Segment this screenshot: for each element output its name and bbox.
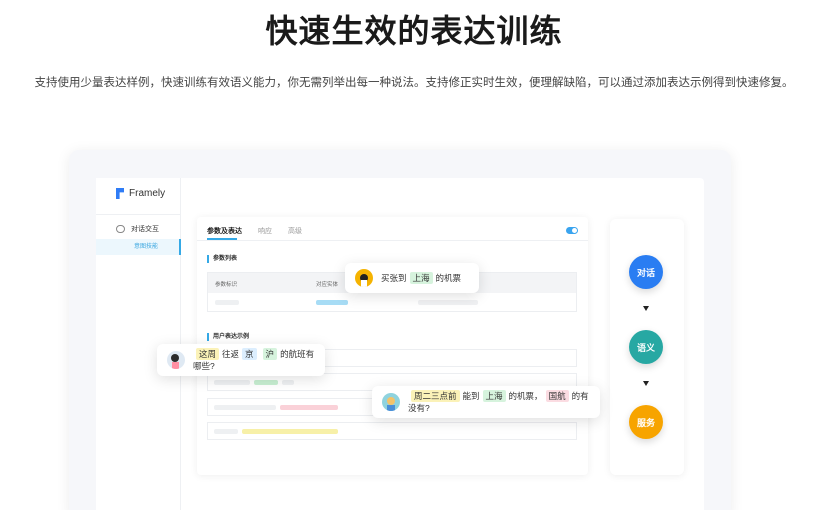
sidebar-item-intent[interactable]: 意图技能 [96,239,181,255]
sidebar-active-indicator [179,239,181,255]
row-placeholder [280,405,338,410]
bubble-text-segment: 往返 [222,349,240,359]
brand-name: Framely [129,188,166,199]
row-placeholder [214,405,276,410]
entity-tag: 周二三点前 [411,390,460,402]
bubble-text: 买张到 上海 的机票 [381,272,461,284]
step-dialog: 对话 [629,255,663,289]
page-title: 快速生效的表达训练 [265,13,563,49]
bubble-text-segment: 买张到 [381,273,407,283]
examples-section-title: 用户表达示例 [207,333,249,341]
table-cell-placeholder [418,300,478,305]
arrow-down-icon [643,306,649,311]
tab-advanced[interactable]: 高级 [288,226,302,236]
chat-bubble-icon [116,225,125,233]
params-section-title: 参数列表 [207,255,237,263]
entity-tag: 这周 [196,348,220,360]
entity-tag: 上海 [409,272,433,284]
table-cell-placeholder [215,300,239,305]
bubble-text-segment: 能到 [462,391,480,401]
entity-tag: 沪 [262,348,278,360]
row-placeholder [214,429,238,434]
table-cell-placeholder [316,300,348,305]
bubble-text: 周二三点前 能到 上海 的机票， 国航 的有没有? [408,390,590,414]
step-service: 服务 [629,405,663,439]
bubble-text: 这周 往返京沪的航班有哪些? [193,348,315,372]
entity-tag: 京 [242,348,257,360]
sidebar-group-label: 对话交互 [131,226,159,233]
example-bubble-top: 买张到 上海 的机票 [345,263,479,293]
step-semantics: 语义 [629,330,663,364]
row-placeholder [282,380,294,385]
page-description: 支持使用少量表达样例，快速训练有效语义能力，你无需列举出每一种说法。支持修正实时… [34,77,794,89]
user-avatar-icon [382,393,400,411]
user-avatar-icon [167,351,185,369]
column-header-param-id: 参数标识 [215,282,238,288]
example-bubble-left: 这周 往返京沪的航班有哪些? [157,344,325,376]
bubble-text-segment: 的机票， [508,391,543,401]
enable-toggle[interactable] [566,227,578,234]
example-bubble-right: 周二三点前 能到 上海 的机票， 国航 的有没有? [372,386,600,418]
entity-tag: 上海 [482,390,506,402]
arrow-down-icon [643,381,649,386]
tab-divider [197,240,588,241]
row-placeholder [214,380,250,385]
sidebar-group-dialog[interactable]: 对话交互 [116,224,159,234]
expression-row[interactable] [207,422,577,440]
entity-tag: 国航 [545,390,569,402]
row-placeholder [242,429,338,434]
sidebar-divider [96,214,181,215]
user-avatar-icon [355,269,373,287]
bubble-text-segment: 的机票 [435,273,462,283]
brand-logo[interactable]: Framely [116,188,165,199]
tab-response[interactable]: 响应 [258,226,272,236]
tab-params-expressions[interactable]: 参数及表达 [207,226,242,236]
framely-logo-icon [116,188,124,199]
column-header-entity: 对应实体 [316,282,339,288]
row-placeholder [254,380,278,385]
